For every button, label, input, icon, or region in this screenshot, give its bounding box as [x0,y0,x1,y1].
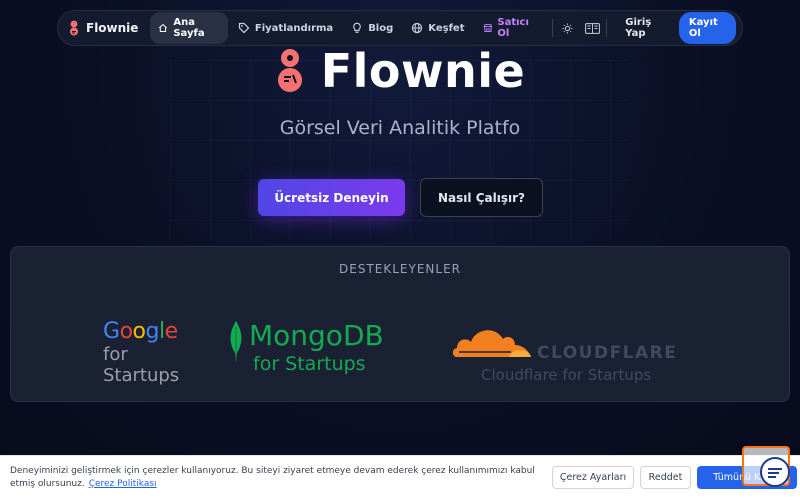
cookie-settings-button[interactable]: Çerez Ayarları [552,466,634,489]
flownie-logo-icon [277,49,302,92]
sponsors-title: DESTEKLEYENLER [339,262,461,276]
nav-item-pricing[interactable]: Fiyatlandırma [230,17,341,39]
sun-icon [562,23,573,33]
cookie-message: Deneyiminizi geliştirmek için çerezler k… [10,465,540,491]
columns-icon [584,22,600,34]
globe-icon [412,22,423,34]
top-navbar: Flownie Ana Sayfa Fiyatlandırma Blog Keş… [57,10,743,46]
lightbulb-icon [353,22,361,33]
sponsors-section: DESTEKLEYENLER Google for Startups Mongo… [10,246,790,402]
mongodb-wordmark: MongoDB [249,319,384,352]
nav-divider [552,19,553,37]
google-for-text: for [103,344,128,365]
nav-item-home[interactable]: Ana Sayfa [150,12,228,44]
nav-item-label: Blog [368,22,394,34]
mongodb-startups-text: for Startups [253,353,366,375]
google-letter: g [145,319,160,344]
theme-toggle-button[interactable] [559,18,576,38]
hero-heading: Flownie [320,44,526,98]
how-it-works-button[interactable]: Nasıl Çalışır? [420,178,543,217]
brand-name: Flownie [86,21,139,35]
cookie-policy-link[interactable]: Çerez Politikası [89,479,157,489]
google-for-startups-logo: Google for Startups [103,319,198,386]
nav-divider [606,19,608,37]
nav-item-label: Keşfet [428,22,465,34]
google-letter: o [132,319,146,344]
tag-icon [238,22,250,34]
cloudflare-cloud-icon [452,330,531,357]
chat-icon [768,468,782,478]
google-letter: G [103,319,120,344]
cloudflare-startups-text: Cloudflare for Startups [481,366,652,384]
home-icon [159,23,168,33]
google-wordmark: Google [103,319,198,344]
cloudflare-wordmark: CLOUDFLARE [537,343,678,363]
nav-item-blog[interactable]: Blog [343,17,401,39]
login-link[interactable]: Giriş Yap [625,17,667,39]
nav-item-label: Satıcı Ol [497,17,529,39]
chat-launcher-button[interactable] [760,457,790,487]
mongodb-for-startups-logo: MongoDB for Startups [223,319,423,375]
hero-title: Flownie [0,44,800,98]
signup-button[interactable]: Kayıt Ol [678,12,736,44]
cookie-reject-button[interactable]: Reddet [640,466,691,489]
store-icon [483,24,492,32]
layout-toggle-button[interactable] [584,18,601,38]
nav-item-label: Fiyatlandırma [254,22,334,34]
nav-item-label: Ana Sayfa [173,17,205,39]
hero-subtitle: Görsel Veri Analitik Platfo [279,117,521,139]
google-startups-text: Startups [103,365,180,386]
flownie-logo-icon [70,20,78,36]
mongodb-leaf-icon [230,321,242,363]
brand[interactable]: Flownie [68,20,138,36]
google-letter: e [164,319,179,344]
nav-item-explore[interactable]: Keşfet [403,17,472,39]
google-letter: o [119,319,133,344]
try-free-button[interactable]: Ücretsiz Deneyin [258,179,405,216]
nav-item-become-seller[interactable]: Satıcı Ol [475,12,545,44]
